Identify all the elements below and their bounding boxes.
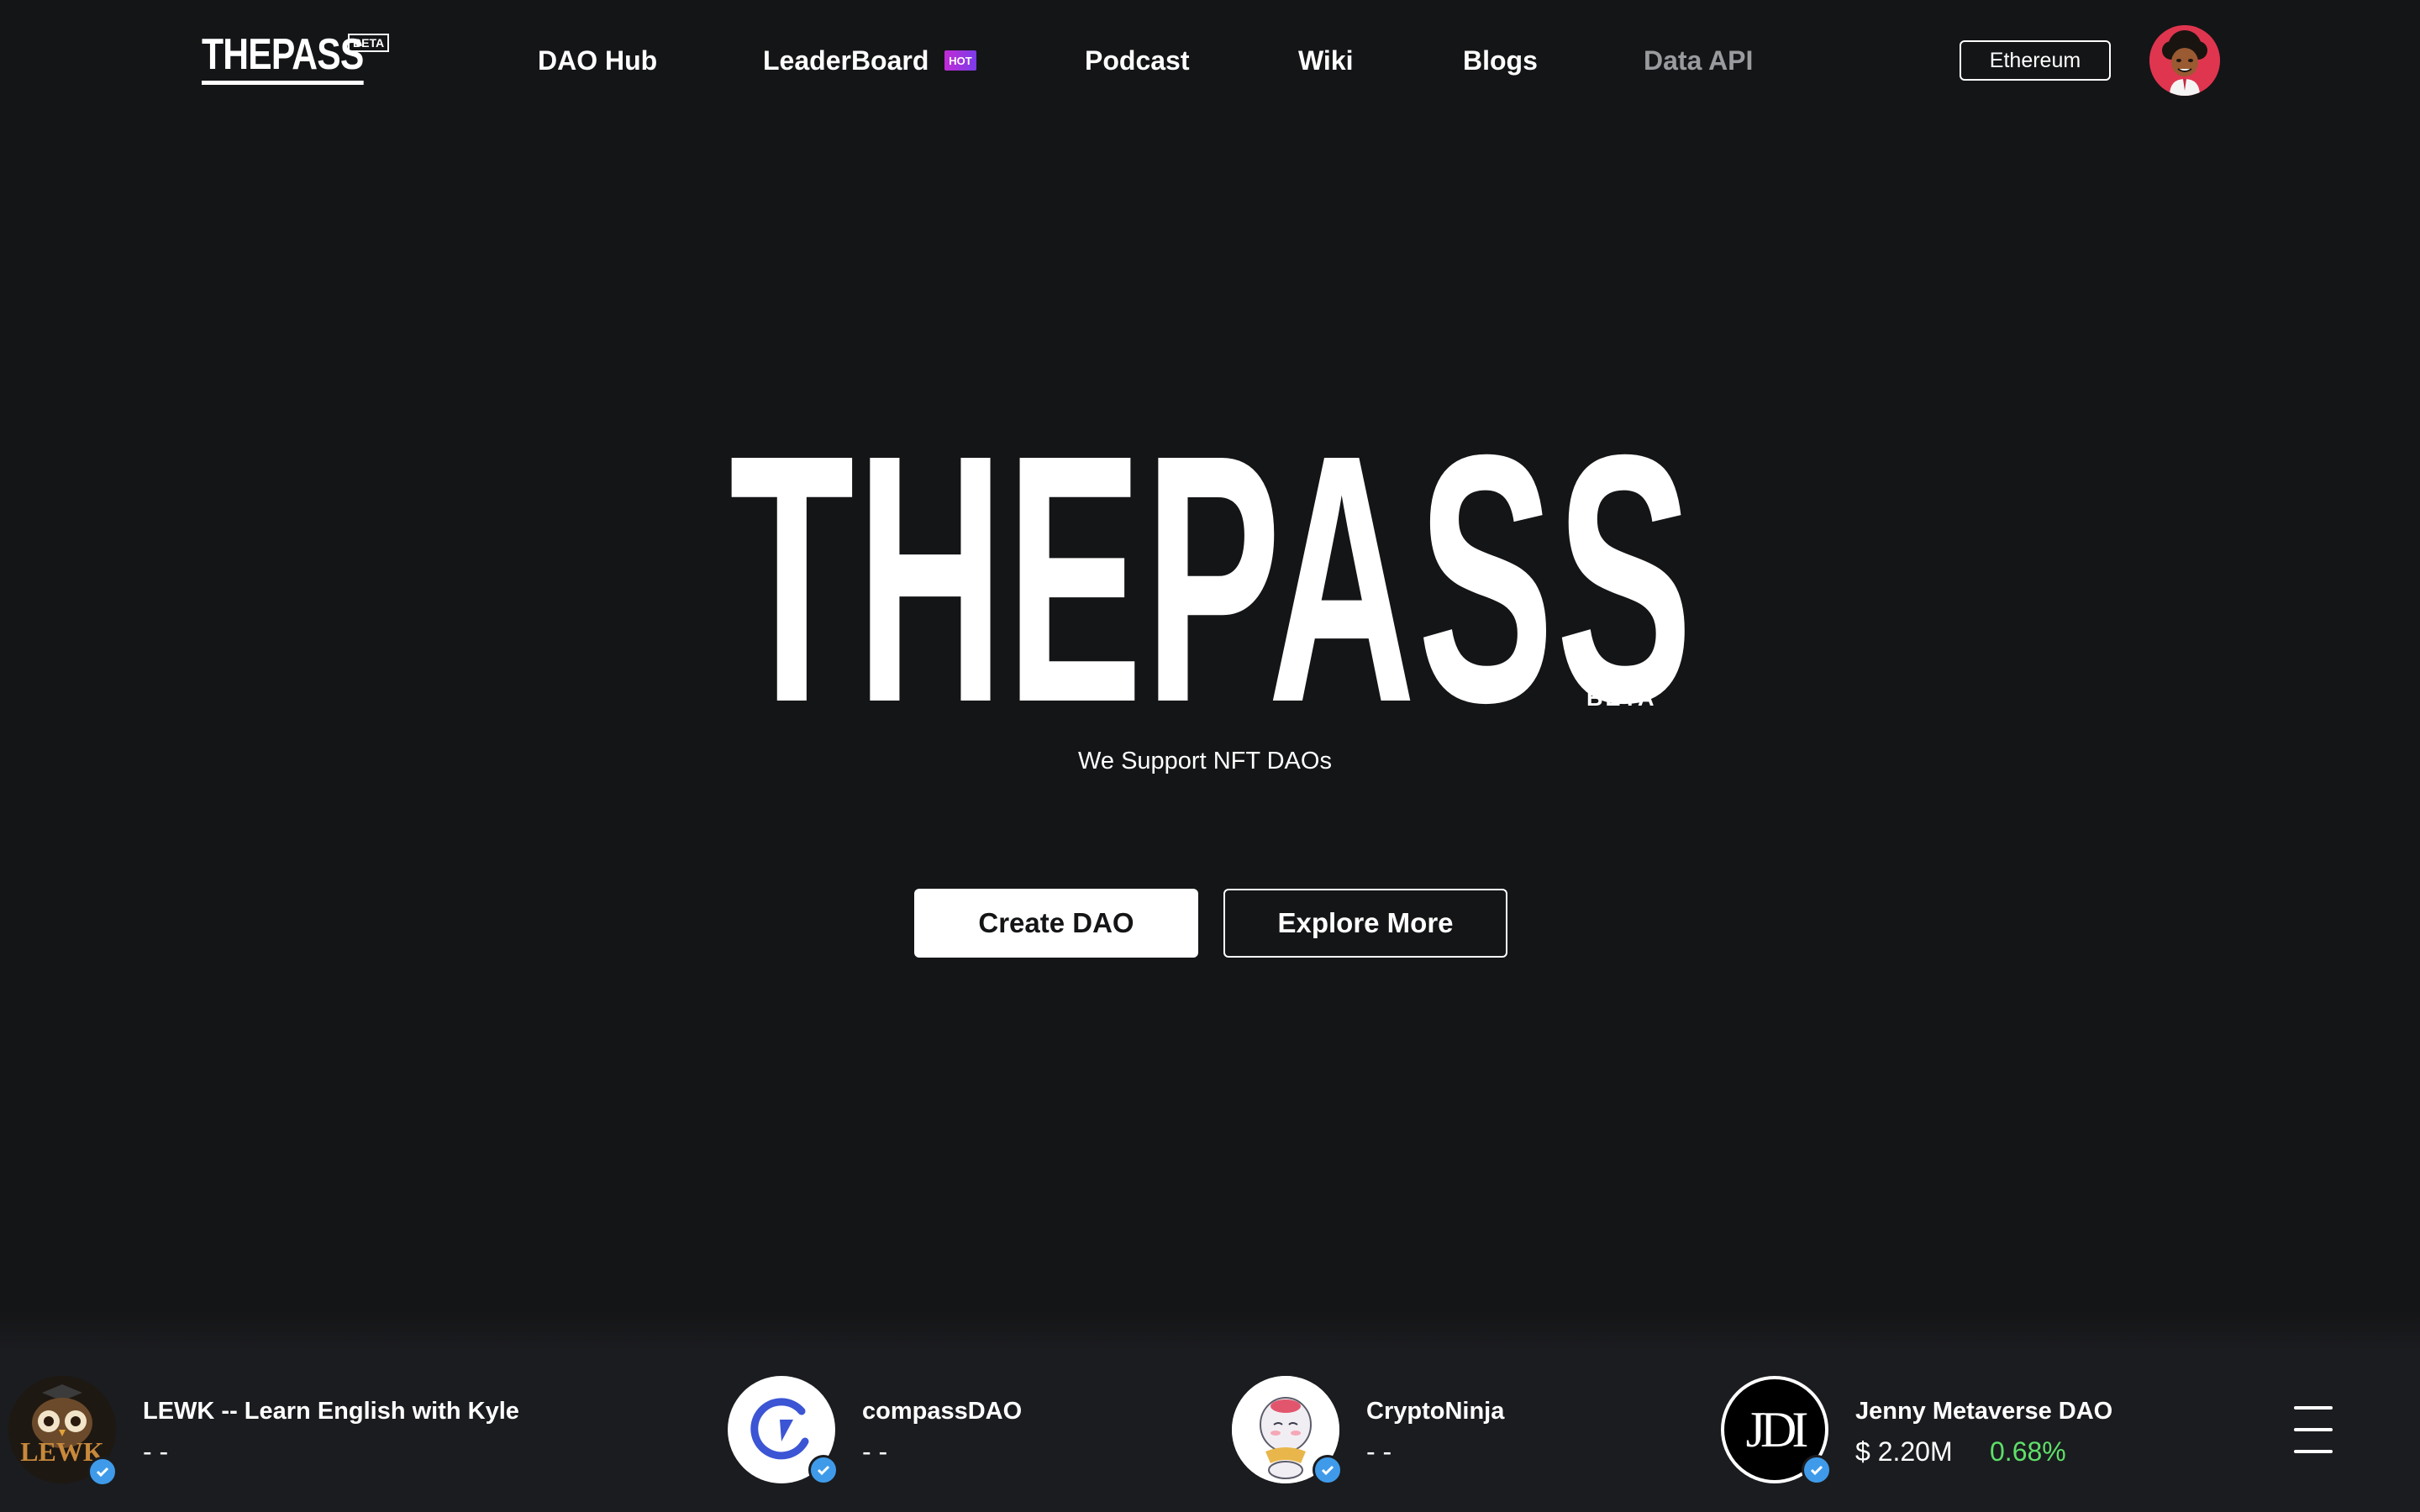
nav-item-wiki[interactable]: Wiki bbox=[1298, 40, 1354, 81]
dao-value: - - bbox=[862, 1436, 888, 1467]
dao-value: - - bbox=[1366, 1436, 1392, 1467]
hero-title: THEPASS bbox=[729, 382, 1695, 776]
dao-value: $ 2.20M bbox=[1855, 1436, 1953, 1467]
dao-name: LEWK -- Learn English with Kyle bbox=[143, 1398, 519, 1425]
dao-card-lewk[interactable]: LEWK LEWK -- Learn English with Kyle - - bbox=[8, 1351, 697, 1512]
dao-ticker: LEWK LEWK -- Learn English with Kyle - -… bbox=[0, 1351, 2420, 1512]
hero-tagline: We Support NFT DAOs bbox=[1078, 748, 1332, 774]
dao-card-compassdao[interactable]: compassDAO - - bbox=[728, 1351, 1198, 1512]
avatar-illustration bbox=[2149, 25, 2220, 96]
create-dao-button[interactable]: Create DAO bbox=[914, 889, 1198, 958]
nav-item-podcast[interactable]: Podcast bbox=[1085, 40, 1189, 81]
dao-logo-jenny-metaverse-dao: JDI bbox=[1721, 1376, 1832, 1485]
hot-badge: HOT bbox=[944, 50, 976, 71]
nav-item-leaderboard[interactable]: LeaderBoard bbox=[763, 40, 929, 81]
dao-card-cryptoninja[interactable]: CryptoNinja - - bbox=[1232, 1351, 1702, 1512]
dao-logo-lewk: LEWK bbox=[8, 1376, 118, 1487]
dao-logo-compassdao bbox=[728, 1376, 839, 1485]
hero-logo: THEPASS bbox=[729, 403, 1692, 756]
dao-card-jenny-metaverse-dao[interactable]: JDI Jenny Metaverse DAO $ 2.20M 0.68% bbox=[1721, 1351, 2242, 1512]
verified-badge-icon bbox=[1802, 1455, 1832, 1485]
user-avatar-icon[interactable] bbox=[2149, 25, 2220, 96]
network-selector-button[interactable]: Ethereum bbox=[1960, 40, 2111, 81]
explore-more-button[interactable]: Explore More bbox=[1223, 889, 1507, 958]
logo-beta-badge: BETA bbox=[348, 34, 390, 52]
site-logo-text: THEPASS bbox=[202, 30, 364, 85]
dao-change-percent: 0.68% bbox=[1990, 1436, 2066, 1467]
hero-beta-badge: BETA bbox=[1586, 685, 1657, 711]
dao-logo-cryptoninja bbox=[1232, 1376, 1343, 1485]
top-navigation-bar: THEPASS BETA DAO Hub LeaderBoard HOT Pod… bbox=[0, 0, 2420, 122]
verified-badge-icon bbox=[1313, 1455, 1343, 1485]
dao-name: CryptoNinja bbox=[1366, 1398, 1505, 1425]
nav-item-data-api[interactable]: Data API bbox=[1644, 40, 1753, 81]
ticker-fade bbox=[0, 1310, 2420, 1351]
nav-item-blogs[interactable]: Blogs bbox=[1463, 40, 1538, 81]
hamburger-menu-icon[interactable] bbox=[2294, 1406, 2333, 1453]
dao-name: Jenny Metaverse DAO bbox=[1855, 1398, 2113, 1425]
site-logo[interactable]: THEPASS BETA bbox=[202, 30, 399, 91]
dao-name: compassDAO bbox=[862, 1398, 1023, 1425]
dao-logo-jenny-text: JDI bbox=[1745, 1401, 1809, 1457]
dao-value: - - bbox=[143, 1436, 169, 1467]
verified-badge-icon bbox=[808, 1455, 839, 1485]
nav-item-dao-hub[interactable]: DAO Hub bbox=[538, 40, 657, 81]
verified-badge-icon bbox=[87, 1457, 118, 1487]
